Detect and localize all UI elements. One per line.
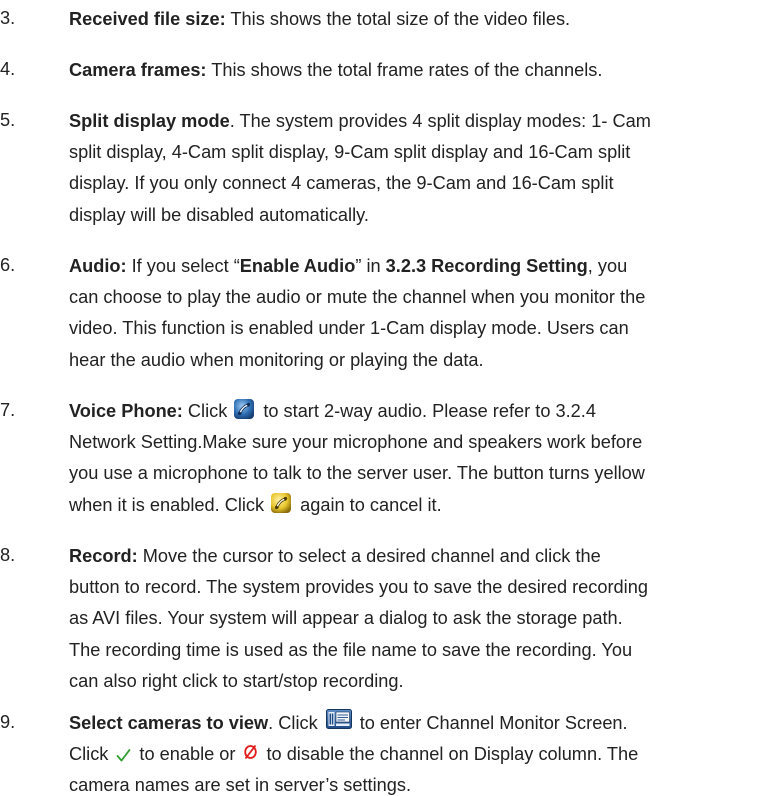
item-line: Split display mode. The system provides …	[69, 111, 651, 131]
item-number: 4.	[0, 59, 16, 79]
check-icon[interactable]	[116, 746, 131, 762]
item-line: split display, 4-Cam split display, 9-Ca…	[69, 142, 631, 162]
item-line: The recording time is used as the file n…	[69, 640, 633, 660]
voice-phone-active-icon[interactable]	[270, 492, 292, 514]
item-label: Audio:	[69, 256, 127, 276]
item-number: 9.	[0, 712, 16, 732]
item-number: 5.	[0, 110, 16, 130]
voice-phone-icon[interactable]	[233, 398, 255, 420]
item-number: 8.	[0, 545, 16, 565]
item-number: 3.	[0, 8, 16, 28]
item-label: Received file size:	[69, 9, 226, 29]
item-line: Camera frames: This shows the total fram…	[69, 60, 603, 80]
item-line: Select cameras to view. Click to enter C…	[69, 709, 628, 734]
item-line: hear the audio when monitoring or playin…	[69, 350, 484, 370]
item-line: Record: Move the cursor to select a desi…	[69, 546, 601, 566]
item-line: can also right click to start/stop recor…	[69, 671, 404, 691]
disable-icon[interactable]	[243, 743, 258, 760]
item-label: Record:	[69, 546, 138, 566]
item-line: display. If you only connect 4 cameras, …	[69, 173, 614, 193]
item-label: Select cameras to view	[69, 713, 269, 733]
item-line: when it is enabled. Click again to cance…	[69, 492, 442, 517]
item-line: you use a microphone to talk to the serv…	[69, 463, 645, 483]
item-line: Network Setting.Make sure your microphon…	[69, 432, 643, 452]
item-number: 6.	[0, 255, 16, 275]
item-line: camera names are set in server’s setting…	[69, 775, 412, 795]
item-line: Click to enable or to disable the channe…	[69, 743, 639, 764]
item-line: Audio: If you select “Enable Audio” in 3…	[69, 256, 628, 276]
item-line: can choose to play the audio or mute the…	[69, 287, 646, 307]
item-line: video. This function is enabled under 1-…	[69, 318, 629, 338]
channel-monitor-icon[interactable]	[325, 709, 352, 730]
item-line: display will be disabled automatically.	[69, 205, 369, 225]
item-label: Split display mode	[69, 111, 230, 131]
item-number: 7.	[0, 400, 16, 420]
item-label: Voice Phone:	[69, 401, 183, 421]
item-line: Voice Phone: Click to start 2-way audio.…	[69, 398, 596, 423]
item-line: Received file size: This shows the total…	[69, 9, 571, 29]
item-label: Camera frames:	[69, 60, 207, 80]
manual-page: 3. Received file size: This shows the to…	[0, 0, 761, 795]
item-line: as AVI files. Your system will appear a …	[69, 608, 623, 628]
item-line: button to record. The system provides yo…	[69, 577, 648, 597]
